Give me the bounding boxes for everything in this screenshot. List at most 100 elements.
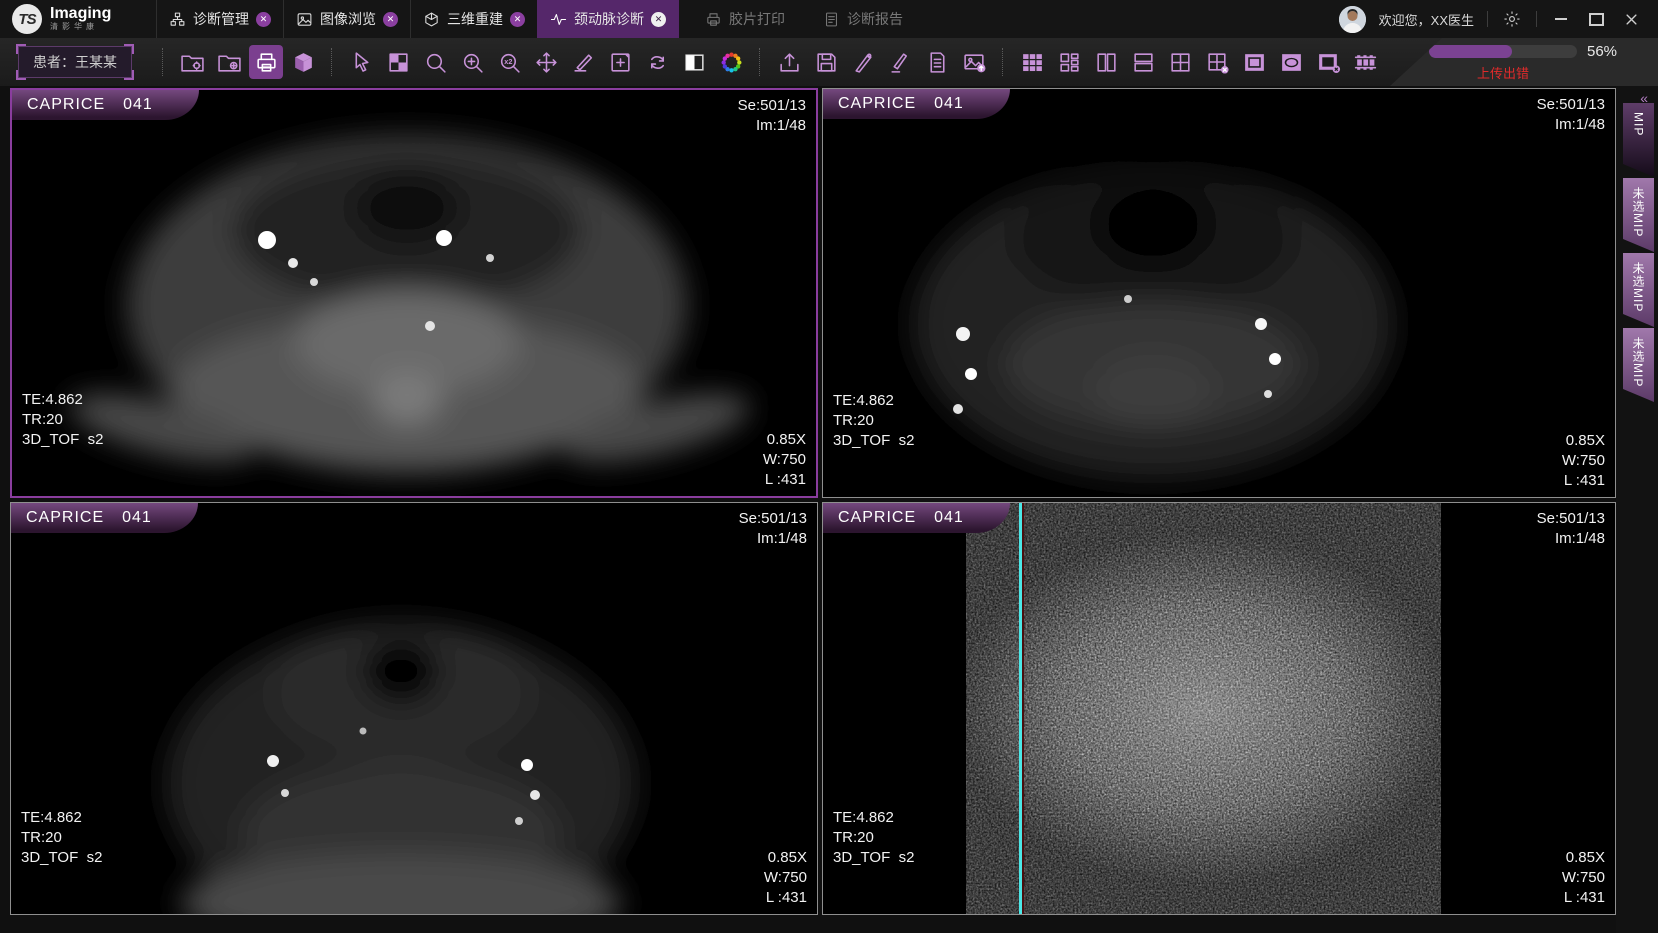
close-icon[interactable]: ✕: [510, 12, 525, 27]
device-name: CAPRICE: [838, 509, 916, 526]
checkerboard-icon: [386, 50, 411, 75]
pan-icon: [534, 50, 559, 75]
app-subtitle: 清影华康: [50, 22, 111, 32]
close-icon[interactable]: ✕: [383, 12, 398, 27]
checkerboard-button[interactable]: [381, 45, 415, 79]
tab-3d-reconstruction[interactable]: 三维重建 ✕: [410, 0, 537, 38]
titlebar: TS Imaging 清影华康 诊断管理 ✕ 图像浏览 ✕ 三维重建 ✕ 颈动脉…: [0, 0, 1658, 38]
image-export-button[interactable]: [957, 45, 991, 79]
shape-ellipse-button[interactable]: [1274, 45, 1308, 79]
contrast-button[interactable]: [677, 45, 711, 79]
viewport-3[interactable]: CAPRICE041 Se:501/13Im:1/48 TE:4.862TR:2…: [10, 502, 818, 915]
layout-tiles-button[interactable]: [1052, 45, 1086, 79]
save-icon: [814, 50, 839, 75]
pan-button[interactable]: [529, 45, 563, 79]
image-icon: [296, 11, 313, 28]
progress-percent: 56%: [1587, 43, 1617, 60]
layout-2row-button[interactable]: [1126, 45, 1160, 79]
device-name: CAPRICE: [26, 509, 104, 526]
tab-image-browse[interactable]: 图像浏览 ✕: [283, 0, 410, 38]
layout-2col-button[interactable]: [1089, 45, 1123, 79]
layout-tiles-icon: [1057, 50, 1082, 75]
close-icon[interactable]: ✕: [651, 12, 666, 27]
close-icon[interactable]: ✕: [256, 12, 271, 27]
save-button[interactable]: [809, 45, 843, 79]
tab-carotid-diagnosis[interactable]: 颈动脉诊断 ✕: [537, 0, 679, 38]
tab-label: 诊断报告: [847, 9, 903, 29]
rotate-button[interactable]: [640, 45, 674, 79]
viewport-4[interactable]: CAPRICE041 Se:501/13Im:1/48 TE:4.862TR:2…: [822, 502, 1616, 915]
color-wheel-button[interactable]: [714, 45, 748, 79]
zoom-in-button[interactable]: [455, 45, 489, 79]
sidebar-tab-unselected-mip-1[interactable]: 未选MIP: [1623, 178, 1654, 252]
upload-error-text[interactable]: 上传出错: [1429, 63, 1577, 82]
shape-rect-remove-button[interactable]: [1311, 45, 1345, 79]
folder-add-icon: [217, 50, 242, 75]
series-info: Se:501/13Im:1/48: [738, 96, 806, 136]
sidebar-tab-mip[interactable]: MIP: [1623, 103, 1654, 177]
patient-field[interactable]: 患者：王某某: [18, 46, 132, 78]
user-avatar[interactable]: [1339, 6, 1366, 33]
toolbar-separator: [1002, 48, 1004, 76]
layout-2col-icon: [1094, 50, 1119, 75]
toolbar-separator: [759, 48, 761, 76]
probe-remove-button[interactable]: [883, 45, 917, 79]
layout-2x2-icon: [1168, 50, 1193, 75]
report-button[interactable]: [920, 45, 954, 79]
probe-icon: [851, 50, 876, 75]
viewport-header: CAPRICE 041: [12, 90, 199, 120]
layout-remove-button[interactable]: [1200, 45, 1234, 79]
corner-bracket: [124, 44, 134, 54]
device-number: 041: [934, 509, 964, 526]
probe-button[interactable]: [846, 45, 880, 79]
mri-image: [12, 90, 816, 496]
measure-button[interactable]: [566, 45, 600, 79]
upload-button[interactable]: [772, 45, 806, 79]
folder-settings-button[interactable]: [175, 45, 209, 79]
device-number: 041: [934, 95, 964, 112]
device-number: 041: [123, 96, 153, 113]
layout-grid-9-button[interactable]: [1015, 45, 1049, 79]
logo-icon: TS: [12, 4, 42, 34]
filmstrip-button[interactable]: [1348, 45, 1382, 79]
tab-label: 颈动脉诊断: [574, 9, 644, 29]
report-icon: [823, 11, 840, 28]
viewport-header: CAPRICE041: [823, 89, 1010, 119]
close-icon: [1624, 12, 1639, 27]
roi-add-icon: [608, 50, 633, 75]
sidebar-tab-unselected-mip-2[interactable]: 未选MIP: [1623, 253, 1654, 327]
search-button[interactable]: [418, 45, 452, 79]
viewport-1[interactable]: CAPRICE041 Se:501/13Im:1/48 TE:4.862TR:2…: [10, 88, 818, 498]
device-name: CAPRICE: [27, 96, 105, 113]
shape-rect-button[interactable]: [1237, 45, 1271, 79]
waveform-icon: [550, 11, 567, 28]
viewport-2[interactable]: CAPRICE041 Se:501/13Im:1/48 TE:4.862TR:2…: [822, 88, 1616, 498]
folder-add-button[interactable]: [212, 45, 246, 79]
zoom-2x-button[interactable]: x2: [492, 45, 526, 79]
roi-add-button[interactable]: [603, 45, 637, 79]
print-button[interactable]: [249, 45, 283, 79]
cube-3d-icon: [291, 50, 316, 75]
printer-icon: [705, 11, 722, 28]
tab-diagnosis-report: 诊断报告: [811, 0, 915, 38]
layout-2x2-button[interactable]: [1163, 45, 1197, 79]
zoom-2x-icon: x2: [497, 50, 522, 75]
search-icon: [423, 50, 448, 75]
settings-gear-icon[interactable]: [1501, 8, 1523, 30]
divider: [1536, 11, 1537, 27]
progress-bar: [1429, 45, 1577, 58]
close-window-button[interactable]: [1620, 8, 1642, 30]
sidebar-tab-unselected-mip-3[interactable]: 未选MIP: [1623, 328, 1654, 402]
cube-3d-button[interactable]: [286, 45, 320, 79]
shape-ellipse-icon: [1279, 50, 1304, 75]
cursor-button[interactable]: [344, 45, 378, 79]
maximize-button[interactable]: [1585, 8, 1607, 30]
minimize-button[interactable]: [1550, 8, 1572, 30]
toolbar-separator: [331, 48, 333, 76]
tab-diagnosis-management[interactable]: 诊断管理 ✕: [156, 0, 283, 38]
shape-rect-remove-icon: [1316, 50, 1341, 75]
tab-film-print: 胶片打印: [693, 0, 797, 38]
folder-settings-icon: [180, 50, 205, 75]
maximize-icon: [1589, 13, 1604, 26]
viewport-header: CAPRICE 041: [823, 503, 1010, 533]
